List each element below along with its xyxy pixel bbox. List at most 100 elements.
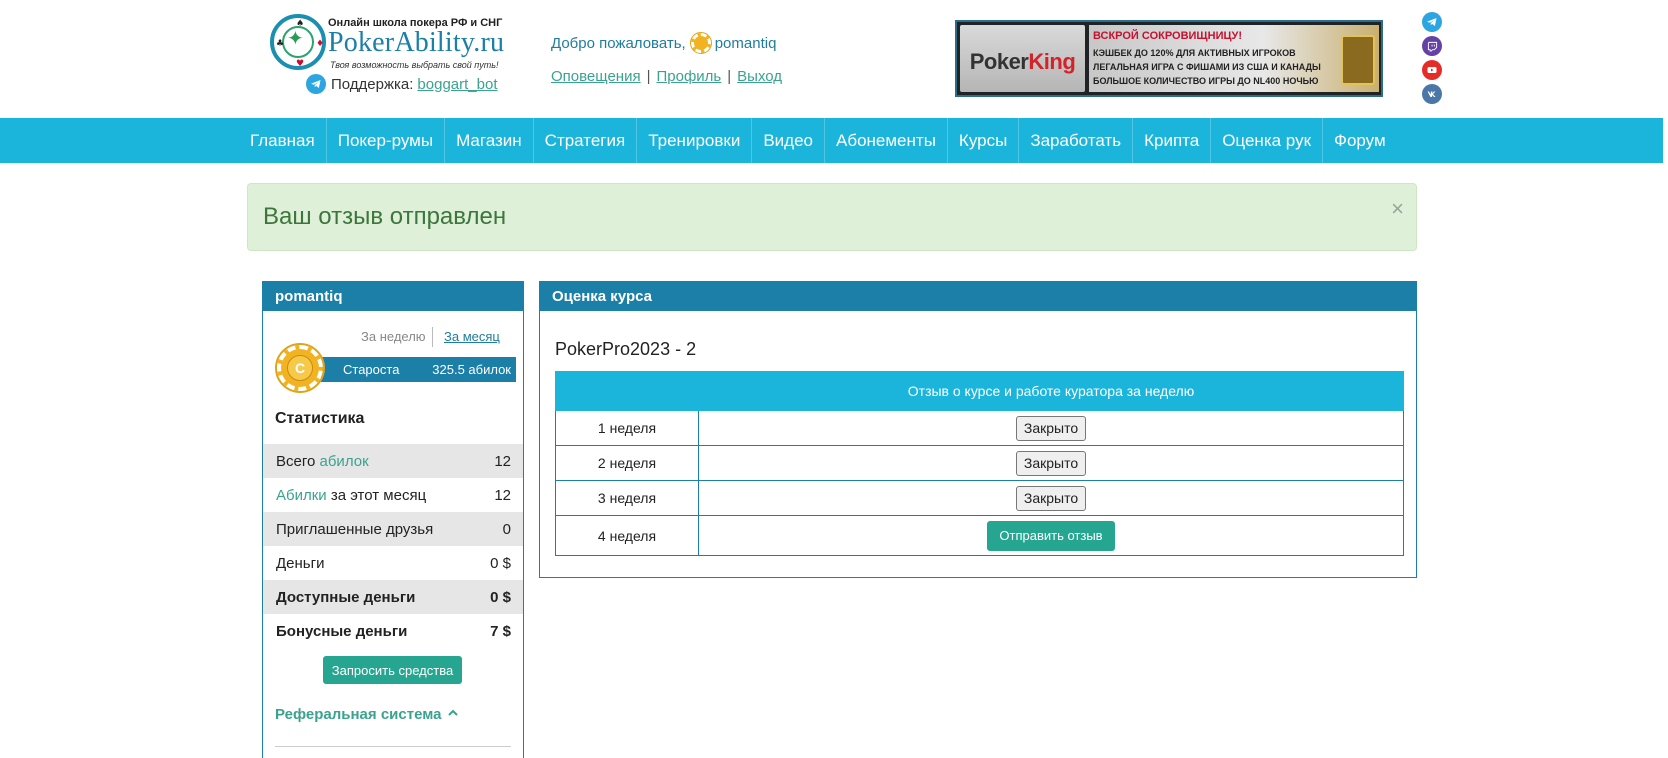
close-icon[interactable]: × bbox=[1391, 198, 1404, 220]
notifications-link[interactable]: Оповещения bbox=[551, 68, 641, 85]
stat-value: 12 bbox=[494, 486, 511, 504]
abilki-link[interactable]: Абилки bbox=[276, 487, 327, 504]
nav-item-strategy[interactable]: Стратегия bbox=[534, 118, 638, 163]
nav-item-video[interactable]: Видео bbox=[752, 118, 825, 163]
stat-value: 0 bbox=[502, 520, 511, 538]
stat-row-money: Деньги 0 $ bbox=[263, 546, 523, 580]
rank-chip-icon: C bbox=[275, 343, 325, 393]
user-sidebar: pomantiq За неделю За месяц Староста 325… bbox=[262, 281, 524, 758]
table-row: 2 неделя Закрыто bbox=[555, 445, 1404, 481]
success-alert: Ваш отзыв отправлен × bbox=[247, 183, 1417, 251]
week-action-cell: Закрыто bbox=[698, 410, 1404, 446]
telegram-icon bbox=[306, 74, 326, 94]
user-links: Оповещения | Профиль | Выход bbox=[551, 68, 782, 85]
stat-row-bonus-money: Бонусные деньги 7 $ bbox=[263, 614, 523, 648]
stat-row-total: Всего абилок 12 bbox=[263, 444, 523, 478]
logo-name: PokerAbility.ru bbox=[328, 27, 505, 58]
link-separator: | bbox=[727, 68, 732, 85]
week-label: 3 неделя bbox=[555, 480, 699, 516]
site-header: ✦ ♠ ♣ ♦ ♥ Онлайн школа покера РФ и СНГ P… bbox=[0, 0, 1668, 118]
referral-label: Реферальная система bbox=[275, 706, 442, 723]
support-line: Поддержка: boggart_bot bbox=[306, 73, 498, 95]
alert-message: Ваш отзыв отправлен bbox=[263, 203, 507, 230]
welcome-text: Добро пожаловать, pomantiq bbox=[551, 32, 777, 54]
stat-row-month: Абилки за этот месяц 12 bbox=[263, 478, 523, 512]
user-chip-icon bbox=[689, 32, 712, 54]
closed-button[interactable]: Закрыто bbox=[1015, 485, 1087, 511]
table-row: 4 неделя Отправить отзыв bbox=[555, 515, 1404, 556]
banner-line: КЭШБЕК ДО 120% ДЛЯ АКТИВНЫХ ИГРОКОВ bbox=[1093, 48, 1296, 58]
twitch-icon[interactable] bbox=[1422, 36, 1442, 56]
treasure-chest-icon bbox=[1341, 35, 1375, 85]
course-name: PokerPro2023 - 2 bbox=[555, 339, 697, 359]
stat-label: Всего абилок bbox=[276, 452, 369, 470]
stat-label: Абилки за этот месяц bbox=[276, 486, 427, 504]
period-week-tab[interactable]: За неделю bbox=[361, 329, 426, 344]
period-divider bbox=[432, 327, 433, 347]
sidebar-username[interactable]: pomantiq bbox=[263, 282, 523, 311]
table-header-review: Отзыв о курсе и работе куратора за недел… bbox=[698, 371, 1404, 411]
week-label: 1 неделя bbox=[555, 410, 699, 446]
period-month-tab[interactable]: За месяц bbox=[444, 329, 500, 344]
course-review-panel: Оценка курса PokerPro2023 - 2 Отзыв о ку… bbox=[539, 281, 1417, 578]
youtube-icon[interactable] bbox=[1422, 60, 1442, 80]
logout-link[interactable]: Выход bbox=[737, 68, 782, 85]
table-row: 3 неделя Закрыто bbox=[555, 480, 1404, 516]
table-header-row: Отзыв о курсе и работе куратора за недел… bbox=[555, 371, 1404, 411]
profile-link[interactable]: Профиль bbox=[656, 68, 721, 85]
stat-label: Приглашенные друзья bbox=[276, 520, 434, 538]
welcome-username[interactable]: pomantiq bbox=[715, 35, 777, 52]
rank-title: Староста bbox=[343, 362, 400, 377]
logo-emblem-icon: ✦ ♠ ♣ ♦ ♥ bbox=[270, 14, 326, 70]
nav-item-courses[interactable]: Курсы bbox=[948, 118, 1020, 163]
rank-chip-letter: C bbox=[287, 355, 313, 381]
send-review-button[interactable]: Отправить отзыв bbox=[987, 520, 1115, 551]
vk-icon[interactable] bbox=[1422, 84, 1442, 104]
closed-button[interactable]: Закрыто bbox=[1015, 450, 1087, 476]
week-label: 4 неделя bbox=[555, 515, 699, 556]
stat-row-friends: Приглашенные друзья 0 bbox=[263, 512, 523, 546]
stat-label: Деньги bbox=[276, 554, 325, 572]
banner-promo: ВСКРОЙ СОКРОВИЩНИЦУ! КЭШБЕК ДО 120% ДЛЯ … bbox=[1089, 25, 1379, 92]
banner-brand-plate: PokerKing bbox=[960, 25, 1085, 92]
divider bbox=[275, 746, 511, 747]
pokerking-banner[interactable]: PokerKing ВСКРОЙ СОКРОВИЩНИЦУ! КЭШБЕК ДО… bbox=[955, 20, 1383, 97]
nav-item-earn[interactable]: Заработать bbox=[1019, 118, 1134, 163]
banner-title: ВСКРОЙ СОКРОВИЩНИЦУ! bbox=[1093, 30, 1243, 42]
logo-slogan: Твоя возможность выбрать свой путь! bbox=[330, 60, 499, 70]
nav-item-trainings[interactable]: Тренировки bbox=[637, 118, 753, 163]
referral-toggle[interactable]: Реферальная система bbox=[275, 706, 459, 723]
rank-points: 325.5 абилок bbox=[432, 362, 511, 377]
closed-button[interactable]: Закрыто bbox=[1015, 415, 1087, 441]
abilki-link[interactable]: абилок bbox=[320, 453, 369, 470]
site-logo[interactable]: ✦ ♠ ♣ ♦ ♥ Онлайн школа покера РФ и СНГ P… bbox=[270, 14, 504, 72]
weekly-review-table: Отзыв о курсе и работе куратора за недел… bbox=[555, 371, 1404, 556]
nav-item-hand-review[interactable]: Оценка рук bbox=[1211, 118, 1324, 163]
support-bot-link[interactable]: boggart_bot bbox=[417, 76, 497, 93]
stat-value: 0 $ bbox=[490, 588, 511, 606]
banner-line: БОЛЬШОЕ КОЛИЧЕСТВО ИГРЫ ДО NL400 НОЧЬЮ bbox=[1093, 76, 1319, 86]
panel-title: Оценка курса bbox=[540, 282, 1416, 311]
nav-item-poker-rooms[interactable]: Покер-румы bbox=[327, 118, 446, 163]
support-label: Поддержка: bbox=[331, 75, 414, 93]
nav-item-shop[interactable]: Магазин bbox=[445, 118, 534, 163]
stats-title: Статистика bbox=[275, 410, 365, 427]
stat-label: Доступные деньги bbox=[276, 588, 416, 606]
nav-item-crypto[interactable]: Крипта bbox=[1133, 118, 1212, 163]
table-row: 1 неделя Закрыто bbox=[555, 410, 1404, 446]
withdraw-button[interactable]: Запросить средства bbox=[323, 656, 462, 684]
main-nav: Главная Покер-румы Магазин Стратегия Тре… bbox=[0, 118, 1663, 163]
nav-item-home[interactable]: Главная bbox=[239, 118, 327, 163]
stat-label: Бонусные деньги bbox=[276, 622, 408, 640]
nav-item-subscriptions[interactable]: Абонементы bbox=[825, 118, 948, 163]
table-header-week bbox=[555, 371, 699, 411]
week-action-cell: Закрыто bbox=[698, 445, 1404, 481]
stat-value: 0 $ bbox=[490, 554, 511, 572]
chevron-up-icon bbox=[447, 707, 459, 722]
banner-line: ЛЕГАЛЬНАЯ ИГРА С ФИШАМИ ИЗ США И КАНАДЫ bbox=[1093, 62, 1321, 72]
stat-row-available-money: Доступные деньги 0 $ bbox=[263, 580, 523, 614]
week-action-cell: Отправить отзыв bbox=[698, 515, 1404, 556]
nav-item-forum[interactable]: Форум bbox=[1323, 118, 1397, 163]
rank-bar: Староста 325.5 абилок bbox=[321, 357, 516, 382]
telegram-icon[interactable] bbox=[1422, 12, 1442, 32]
